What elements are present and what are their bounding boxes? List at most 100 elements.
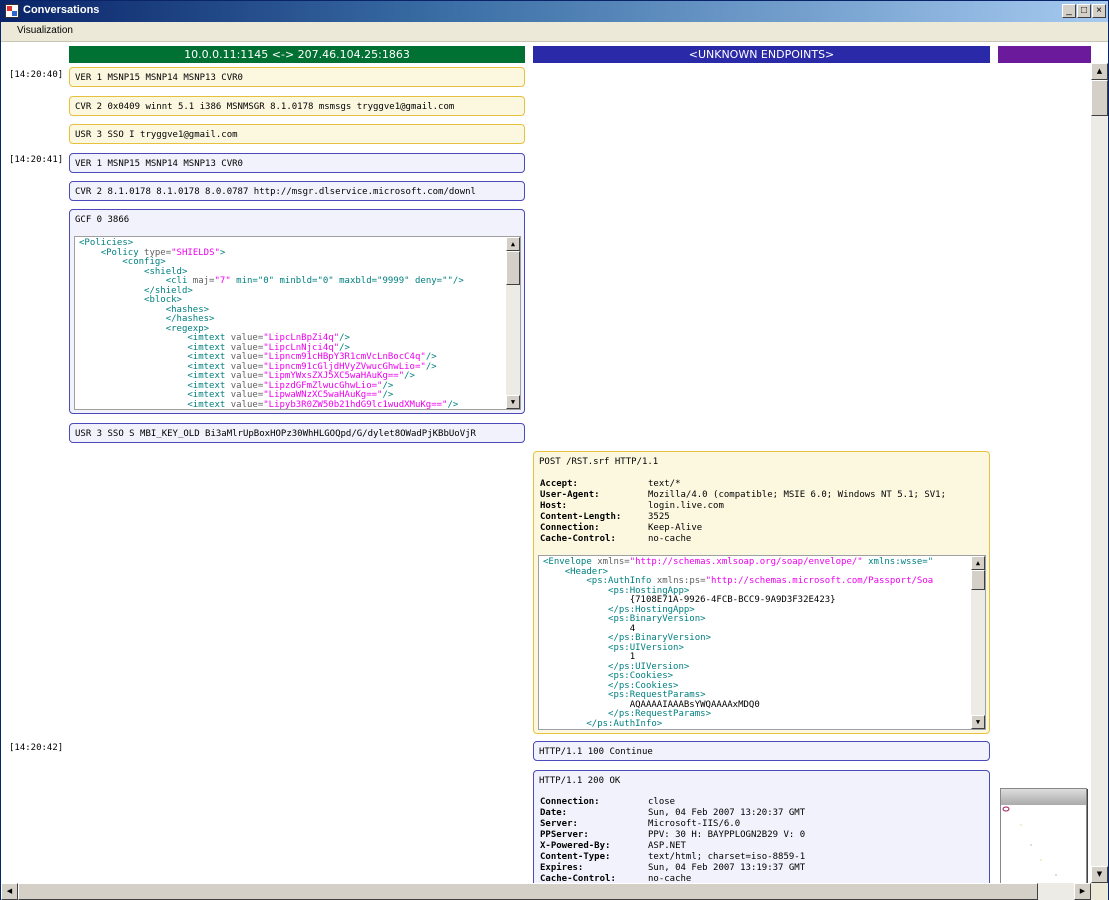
xml-end: /> (425, 361, 437, 372)
conversations-window: Conversations _ □ × Visualization 10.0.0… (0, 0, 1109, 900)
xml-end: /> (404, 371, 415, 381)
timestamp: [14:20:41] (9, 155, 64, 165)
header-row: Server: Microsoft-IIS/6.0 (540, 819, 805, 830)
window-vertical-scrollbar[interactable]: ▲ ▼ (1091, 63, 1108, 883)
header-row: Accept: text/* (540, 479, 946, 490)
xml-tag: </ps:RequestParams> (608, 709, 711, 719)
minimap-header (1001, 789, 1086, 805)
connection-header-1[interactable]: 10.0.0.11:1145 <-> 207.46.104.25:1863 (69, 46, 525, 63)
policy-scrollbar[interactable]: ▲ ▼ (506, 237, 520, 409)
xml-tag: <Envelope (543, 557, 598, 567)
header-row: Expires: Sun, 04 Feb 2007 13:19:37 GMT (540, 863, 805, 874)
header-key: Host: (540, 501, 568, 511)
xml-val: "LipcLnNjci4q" (263, 342, 340, 353)
xml-tag: </shield> (144, 285, 193, 296)
app-icon[interactable] (5, 4, 19, 18)
xml-tag: </ps:HostingApp> (608, 604, 695, 615)
http-post-request[interactable]: POST /RST.srf HTTP/1.1 Accept: text/* User… (533, 451, 990, 734)
xml-tag: <ps:UIVersion> (608, 642, 684, 653)
xml-attr: value= (230, 390, 264, 400)
message-ver-out[interactable]: VER 1 MSNP15 MSNP14 MSNP13 CVR0 (69, 67, 525, 87)
scroll-corner (1091, 883, 1108, 900)
header-key: Expires: (540, 863, 584, 873)
soap-scrollbar[interactable]: ▲ ▼ (971, 556, 985, 729)
xml-val: "LipmYWxsZXJ5XC5waHAuKg==" (263, 371, 405, 381)
message-gcf[interactable]: GCF 0 3866 <Policies> <Policy type="SHIE… (69, 209, 525, 414)
header-row: Connection: Keep-Alive (540, 523, 946, 534)
overview-minimap[interactable] (1000, 788, 1087, 883)
message-usr-out[interactable]: USR 3 SSO I tryggve1@gmail.com (69, 124, 525, 144)
xml-attr: xmlns:ps= (656, 576, 706, 586)
close-button[interactable]: × (1092, 4, 1106, 18)
scroll-up-arrow-icon[interactable]: ▲ (506, 237, 520, 251)
scroll-thumb[interactable] (1091, 80, 1108, 116)
xml-attr: value= (230, 352, 264, 362)
minimize-button[interactable]: _ (1062, 4, 1076, 18)
scroll-left-arrow-icon[interactable]: ◀ (1, 883, 18, 900)
xml-val: "http://schemas.xmlsoap.org/soap/envelop… (629, 557, 863, 567)
header-value: no-cache (648, 874, 692, 883)
maximize-button[interactable]: □ (1077, 4, 1091, 18)
xml-line: </ps:AuthInfo> (543, 718, 933, 730)
xml-attr: xmlns= (597, 557, 630, 567)
scroll-right-arrow-icon[interactable]: ▶ (1074, 883, 1091, 900)
timestamp: [14:20:40] (9, 70, 64, 80)
scroll-down-arrow-icon[interactable]: ▼ (971, 715, 985, 729)
xml-tag: <hashes> (165, 304, 210, 315)
header-value: Sun, 04 Feb 2007 13:20:37 GMT (648, 808, 806, 818)
xml-tag: <imtext (187, 333, 231, 343)
xml-tag: <cli (165, 276, 193, 286)
http-200-ok[interactable]: HTTP/1.1 200 OK Connection: close Date: Sun… (533, 770, 990, 883)
xml-tag: <regexp> (165, 323, 210, 334)
header-key: Server: (540, 819, 578, 829)
header-key: Content-Length: (540, 512, 622, 522)
xml-attr: type= (144, 247, 172, 258)
xml-tag: <config> (122, 257, 166, 267)
header-value: PPV: 30 H: BAYPPLOGN2B29 V: 0 (648, 830, 806, 840)
header-value: no-cache (648, 534, 692, 544)
xml-end: /> (382, 390, 394, 400)
header-key: Accept: (540, 479, 578, 489)
window-horizontal-scrollbar[interactable]: ◀ ▶ (1, 883, 1091, 900)
header-value: text/html; charset=iso-8859-1 (648, 852, 806, 862)
header-row: X-Powered-By: ASP.NET (540, 841, 805, 852)
header-value: text/* (648, 479, 681, 489)
message-cvr-out[interactable]: CVR 2 0x0409 winnt 5.1 i386 MSNMSGR 8.1.… (69, 96, 525, 116)
header-key: Cache-Control: (540, 874, 616, 883)
policy-xml-view[interactable]: <Policies> <Policy type="SHIELDS"> <conf… (74, 236, 521, 410)
ok-headers: Connection: close Date: Sun, 04 Feb 2007 13… (540, 797, 805, 883)
scroll-down-arrow-icon[interactable]: ▼ (1091, 866, 1108, 883)
xml-tag: <Header> (564, 566, 609, 577)
header-key: X-Powered-By: (540, 841, 611, 851)
message-usr-in[interactable]: USR 3 SSO S MBI_KEY_OLD Bi3aMlrUpBoxHOPz… (69, 423, 525, 443)
xml-tag: <block> (144, 295, 182, 305)
scroll-down-arrow-icon[interactable]: ▼ (506, 395, 520, 409)
xml-val: "LipwaWNzXC5waHAuKg==" (263, 390, 383, 400)
header-key: User-Agent: (540, 490, 600, 500)
message-cvr-in[interactable]: CVR 2 8.1.0178 8.1.0178 8.0.0787 http://… (69, 181, 525, 201)
scroll-thumb[interactable] (506, 251, 520, 285)
soap-xml-view[interactable]: <Envelope xmlns="http://schemas.xmlsoap.… (538, 555, 986, 730)
scroll-up-arrow-icon[interactable]: ▲ (1091, 63, 1108, 80)
message-ver-in[interactable]: VER 1 MSNP15 MSNP14 MSNP13 CVR0 (69, 153, 525, 173)
header-row: Content-Length: 3525 (540, 512, 946, 523)
xml-text: 1 (629, 652, 636, 662)
conversation-canvas[interactable]: 10.0.0.11:1145 <-> 207.46.104.25:1863 <U… (1, 43, 1091, 883)
scroll-up-arrow-icon[interactable]: ▲ (971, 556, 985, 570)
window-title: Conversations (23, 4, 100, 16)
menu-visualization[interactable]: Visualization (17, 25, 73, 36)
scroll-thumb[interactable] (18, 883, 1038, 900)
scroll-thumb[interactable] (971, 570, 985, 590)
xml-tag: <Policies> (79, 238, 134, 248)
xml-text: AQAAAAIAAABsYWQAAAAxMDQ0 (629, 699, 760, 710)
xml-tag: </ps:AuthInfo> (586, 718, 663, 729)
title-bar[interactable]: Conversations _ □ × (1, 1, 1108, 22)
http-100-continue[interactable]: HTTP/1.1 100 Continue (533, 741, 990, 761)
header-row: User-Agent: Mozilla/4.0 (compatible; MSIE… (540, 490, 946, 501)
connection-header-3[interactable] (998, 46, 1091, 63)
xml-attr: value= (230, 361, 264, 372)
xml-tag: </ps:BinaryVersion> (608, 633, 711, 643)
connection-header-2[interactable]: <UNKNOWN ENDPOINTS> (533, 46, 990, 63)
xml-val: "Lipyb3R0ZW50b21hdG9lc1wudXMuKg==" (263, 399, 448, 410)
header-value: 3525 (648, 512, 670, 522)
